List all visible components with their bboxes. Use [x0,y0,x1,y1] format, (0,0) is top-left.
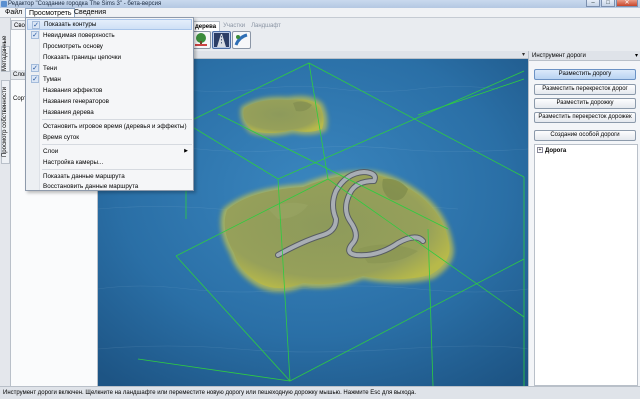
path-tool-icon[interactable] [232,31,251,49]
place-road-intersection-button[interactable]: Разместить перекресток дорог [534,84,636,95]
menu-item-tree-names[interactable]: Названия дерева [27,107,192,118]
road-tool-panel: Инструмент дороги ▾ Разместить дорогу Ра… [528,51,640,386]
menu-item-label: Время суток [43,134,80,141]
menu-item-label: Остановить игровое время (деревья и эффе… [43,123,187,130]
menu-item-label: Названия эффектов [43,87,103,94]
app-icon [1,1,7,7]
menu-item-generator-names[interactable]: Названия генераторов [27,96,192,107]
title-bar: Редактор "Создание городка The Sims 3" -… [0,0,640,8]
create-special-road-button[interactable]: Создание особой дороги [534,130,636,141]
menu-item-shadows[interactable]: ✓ Тени [27,63,192,74]
menu-item-label: Названия генераторов [43,98,109,105]
tree-item-label: Дорога [545,148,567,154]
window-title: Редактор "Создание городка The Sims 3" -… [8,1,162,7]
menu-file[interactable]: Файл [2,8,25,18]
menu-item-label: Невидимая поверхность [43,32,115,39]
road-tool-title: Инструмент дороги [532,53,586,59]
check-icon: ✓ [31,31,39,39]
menu-item-label: Настройка камеры... [43,159,104,166]
tab-lots[interactable]: Участки [220,21,248,31]
check-icon: ✓ [32,21,40,29]
menu-item-label: Тени [43,65,57,72]
menu-item-label: Слои [43,148,59,155]
left-rail: Метаданные Просмотр собственности [0,18,11,386]
tab-property-view[interactable]: Просмотр собственности [1,80,10,164]
menu-item-label: Туман [43,76,61,83]
tab-terrain[interactable]: Ландшафт [248,21,284,31]
status-bar: Инструмент дороги включен. Щелкните на л… [0,386,640,399]
check-icon: ✓ [31,64,39,72]
tab-metadata[interactable]: Метаданные [1,36,10,72]
road-tool-icon[interactable] [212,31,231,49]
window-controls: – □ ✕ [586,0,638,7]
menu-item-fog[interactable]: ✓ Туман [27,74,192,85]
pin-icon[interactable]: ▾ [522,51,525,59]
place-road-button[interactable]: Разместить дорогу [534,69,636,80]
tree-tool-icon[interactable] [192,31,211,49]
menu-item-label: Просмотреть основу [43,43,103,50]
menu-item-stop-game-time[interactable]: Остановить игровое время (деревья и эффе… [27,121,192,132]
tab-trees[interactable]: дерева [191,21,221,31]
expand-icon[interactable]: + [537,147,543,154]
pin-icon[interactable]: ▾ [635,51,638,61]
menu-item-label: Показать данные маршрута [43,173,125,180]
road-tool-header: Инструмент дороги ▾ [529,51,640,61]
menu-item-camera-settings[interactable]: Настройка камеры... [27,157,192,168]
menu-item-label: Показать границы цепочки [43,54,122,61]
menu-item-view-base[interactable]: Просмотреть основу [27,41,192,52]
menu-item-invisible-surface[interactable]: ✓ Невидимая поверхность [27,30,192,41]
tool-tabs: дерева Участки Ландшафт [191,21,284,31]
minimize-button[interactable]: – [586,0,600,7]
menu-item-effect-names[interactable]: Названия эффектов [27,85,192,96]
menu-separator [42,144,192,145]
tree-item-road[interactable]: + Дорога [537,147,566,155]
menu-separator [42,169,192,170]
check-icon: ✓ [31,75,39,83]
menu-item-show-chain-bounds[interactable]: Показать границы цепочки [27,52,192,63]
menu-item-restore-route-data[interactable]: Восстановить данные маршрута [27,181,192,192]
maximize-button[interactable]: □ [601,0,615,7]
place-path-intersection-button[interactable]: Разместить перекресток дорожек [534,112,636,123]
menu-item-layers[interactable]: Слои ▶ [27,146,192,157]
menu-item-label: Показать контуры [44,21,97,28]
road-tree: + Дорога [534,144,638,386]
menu-item-label: Восстановить данные маршрута [43,183,139,190]
menu-item-label: Названия дерева [43,109,94,116]
close-button[interactable]: ✕ [616,0,638,7]
menu-item-show-outlines[interactable]: ✓ Показать контуры [27,19,192,30]
menu-separator [42,119,192,120]
view-menu-dropdown: ✓ Показать контуры ✓ Невидимая поверхнос… [25,17,194,191]
place-path-button[interactable]: Разместить дорожку [534,98,636,109]
menu-item-time-of-day[interactable]: Время суток [27,132,192,143]
submenu-arrow-icon: ▶ [184,148,188,154]
small-island [240,95,328,136]
